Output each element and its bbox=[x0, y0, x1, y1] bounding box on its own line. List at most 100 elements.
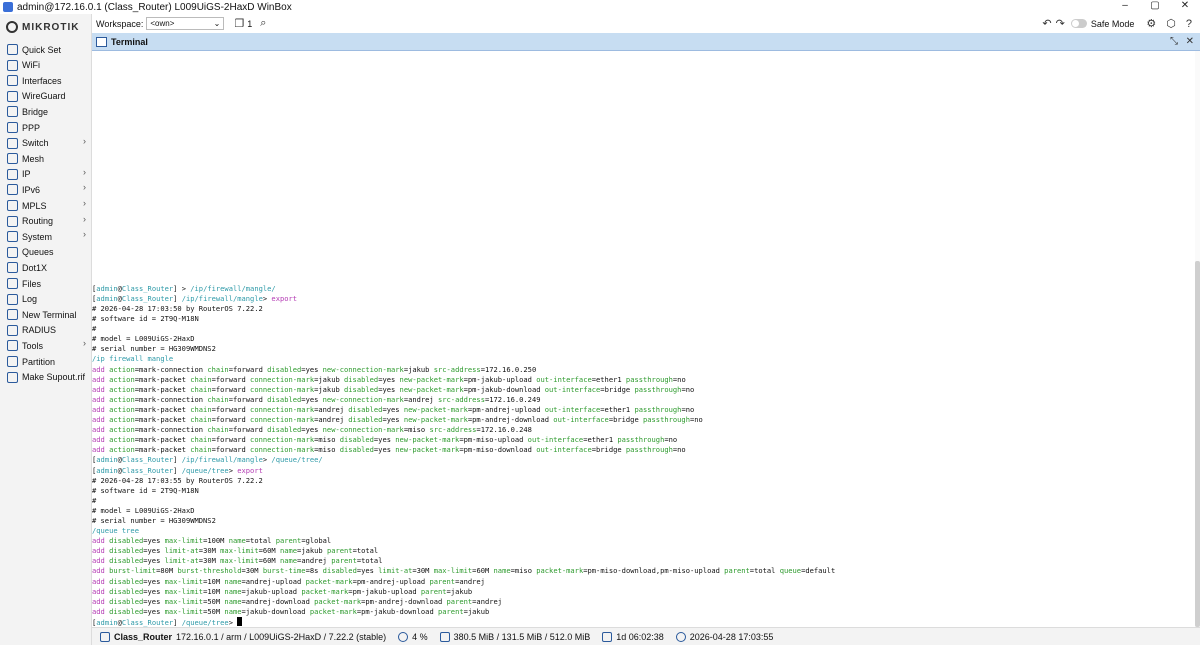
terminal-token: /ip/firewall/mangle bbox=[181, 293, 263, 303]
sidebar-item-label: Mesh bbox=[22, 153, 45, 164]
sidebar-item-mesh[interactable]: Mesh bbox=[0, 151, 92, 166]
terminal-token: out-interface bbox=[536, 374, 592, 384]
terminal-scrollbar[interactable] bbox=[1195, 51, 1200, 627]
sidebar-item-wireguard[interactable]: WireGuard bbox=[0, 89, 92, 104]
terminal-token: name bbox=[224, 596, 242, 606]
logo-text: MIKROTIK bbox=[22, 21, 80, 33]
router-icon bbox=[100, 631, 110, 642]
sidebar: MIKROTIK Quick Set WiFi Interfaces WireGuar… bbox=[0, 14, 92, 645]
terminal-token: =yes bbox=[143, 556, 165, 566]
safe-mode-toggle[interactable] bbox=[1070, 19, 1087, 28]
help-icon[interactable]: ? bbox=[1186, 18, 1192, 30]
terminal-token: =pm-miso-upload bbox=[459, 435, 528, 445]
sidebar-item-ip[interactable]: IP › bbox=[0, 167, 92, 182]
terminal-token: queue bbox=[779, 566, 802, 576]
terminal-token: connection-mark bbox=[250, 404, 315, 414]
sidebar-item-radius[interactable]: RADIUS bbox=[0, 323, 92, 338]
terminal-line: [admin@Class_Router] /ip/firewall/mangle… bbox=[92, 455, 1195, 465]
sidebar-item-system[interactable]: System › bbox=[0, 229, 92, 244]
sidebar-item-make-supout-rif[interactable]: Make Supout.rif bbox=[0, 370, 92, 385]
terminal-token: =ether1 bbox=[591, 374, 626, 384]
terminal-token: =mark-packet bbox=[134, 445, 191, 455]
terminal-token: =jakub bbox=[314, 384, 345, 394]
terminal-output[interactable]: [admin@Class_Router] > /ip/firewall/mang… bbox=[92, 51, 1195, 627]
terminal-token: admin bbox=[96, 465, 118, 475]
sidebar-item-ipv6[interactable]: IPv6 › bbox=[0, 182, 92, 197]
uptime-icon bbox=[602, 631, 613, 642]
sidebar-item-new-terminal[interactable]: New Terminal bbox=[0, 307, 92, 322]
sidebar-item-bridge[interactable]: Bridge bbox=[0, 104, 92, 119]
sidebar-item-routing[interactable]: Routing › bbox=[0, 214, 92, 229]
undo-icon[interactable]: ↶ bbox=[1042, 17, 1051, 30]
terminal-token: burst-time bbox=[262, 566, 306, 576]
wireguard-icon bbox=[7, 90, 18, 102]
sidebar-item-mpls[interactable]: MPLS › bbox=[0, 198, 92, 213]
terminal-token: packet-mark bbox=[314, 596, 362, 606]
terminal-token: disabled bbox=[109, 596, 144, 606]
maximize-icon[interactable]: ▢ bbox=[1140, 0, 1170, 14]
sidebar-item-quick-set[interactable]: Quick Set bbox=[0, 42, 92, 57]
sidebar-item-queues[interactable]: Queues bbox=[0, 245, 92, 260]
terminal-line: add action=mark-packet chain=forward con… bbox=[92, 415, 1195, 425]
ipv6-icon bbox=[7, 184, 18, 196]
terminal-token: =yes bbox=[301, 364, 323, 374]
terminal-token: =30M bbox=[412, 566, 434, 576]
terminal-token: src-address bbox=[429, 425, 477, 435]
minimize-icon[interactable]: – bbox=[1110, 0, 1140, 14]
scrollbar-thumb[interactable] bbox=[1195, 261, 1200, 627]
terminal-token: =andrej-download bbox=[241, 596, 315, 606]
terminal-token: out-interface bbox=[544, 384, 601, 394]
sidebar-item-dot1x[interactable]: Dot1X bbox=[0, 260, 92, 275]
close-window-icon[interactable]: ✕ bbox=[1186, 36, 1194, 47]
chevron-right-icon: › bbox=[83, 182, 86, 193]
package-icon[interactable]: ⬡ bbox=[1166, 17, 1176, 30]
sidebar-item-files[interactable]: Files bbox=[0, 276, 92, 291]
terminal-token: connection-mark bbox=[250, 445, 315, 455]
workspace-select[interactable]: <own> ⌄ bbox=[146, 17, 225, 30]
terminal-token: action bbox=[109, 384, 135, 394]
safe-mode-label: Safe Mode bbox=[1090, 18, 1135, 29]
sidebar-item-switch[interactable]: Switch › bbox=[0, 136, 92, 151]
terminal-token: =pm-miso-download,pm-miso-upload bbox=[583, 566, 725, 576]
terminal-token: =30M bbox=[198, 556, 221, 566]
detach-icon[interactable]: ⤡ bbox=[1170, 36, 1178, 47]
terminal-icon bbox=[7, 309, 18, 321]
terminal-line: add disabled=yes limit-at=30M max-limit=… bbox=[92, 556, 1195, 566]
sidebar-item-tools[interactable]: Tools › bbox=[0, 338, 92, 353]
terminal-token: add bbox=[92, 606, 110, 616]
terminal-token: out-interface bbox=[527, 435, 584, 445]
redo-icon[interactable]: ↷ bbox=[1056, 17, 1065, 30]
terminal-line: [admin@Class_Router] /queue/tree> export bbox=[92, 466, 1195, 476]
terminal-token: /queue/tree/ bbox=[271, 455, 323, 465]
sidebar-item-ppp[interactable]: PPP bbox=[0, 120, 92, 135]
sidebar-item-interfaces[interactable]: Interfaces bbox=[0, 73, 92, 88]
terminal-token: disabled bbox=[109, 586, 144, 596]
search-icon[interactable]: ⌕ bbox=[260, 17, 266, 30]
terminal-token: passthrough bbox=[625, 445, 673, 455]
terminal-token: src-address bbox=[433, 364, 481, 374]
terminal-token: action bbox=[109, 364, 135, 374]
date-time: 2026-04-28 17:03:55 bbox=[689, 631, 774, 642]
sidebar-item-wifi[interactable]: WiFi bbox=[0, 58, 92, 73]
terminal-token: add bbox=[92, 536, 110, 546]
terminal-token: parent bbox=[275, 536, 302, 546]
mpls-icon bbox=[7, 200, 18, 211]
sidebar-item-log[interactable]: Log bbox=[0, 292, 92, 307]
close-icon[interactable]: ✕ bbox=[1170, 0, 1200, 14]
terminal-token: =total bbox=[352, 546, 379, 556]
terminal-token: =pm-andrej-upload bbox=[467, 404, 545, 414]
terminal-token: chain bbox=[190, 445, 212, 455]
terminal-token: add bbox=[92, 384, 110, 394]
terminal-token: name bbox=[224, 576, 242, 586]
cpu-icon bbox=[398, 631, 409, 642]
terminal-window-header: Terminal ⤡ ✕ bbox=[92, 33, 1200, 51]
terminal-token: =30M bbox=[198, 546, 221, 556]
windows-icon[interactable]: ❐ bbox=[234, 17, 244, 30]
terminal-token: add bbox=[92, 435, 110, 445]
settings-icon[interactable]: ⚙ bbox=[1146, 17, 1156, 30]
terminal-token: disabled bbox=[348, 415, 383, 425]
sidebar-item-partition[interactable]: Partition bbox=[0, 354, 92, 369]
terminal-token: disabled bbox=[267, 394, 302, 404]
mesh-icon bbox=[7, 153, 18, 165]
terminal-token: Class_Router bbox=[121, 617, 174, 627]
